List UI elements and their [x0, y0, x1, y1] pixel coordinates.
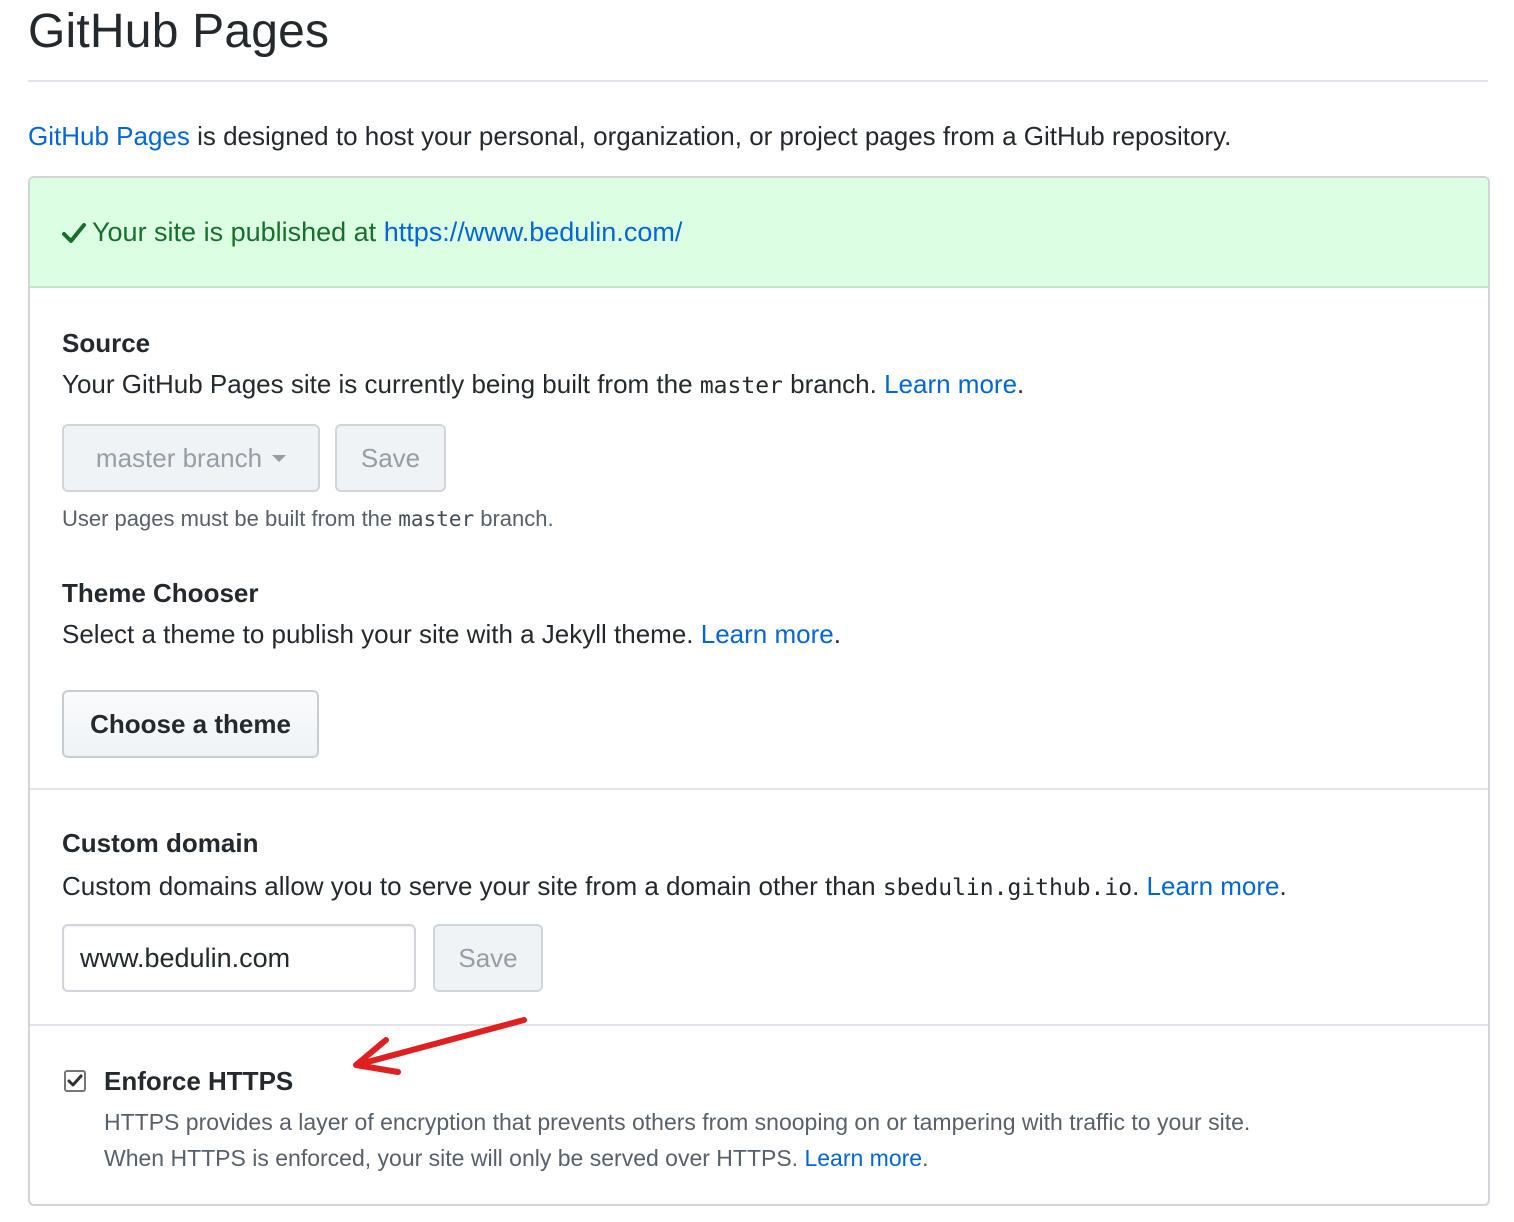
source-section: Source Your GitHub Pages site is current…: [30, 288, 1488, 790]
red-annotation-arrow: [353, 1017, 527, 1075]
theme-chooser-heading: Theme Chooser: [62, 578, 259, 608]
https-description-line2: When HTTPS is enforced, your site will o…: [104, 1145, 929, 1171]
default-domain-code: sbedulin.github.io: [882, 875, 1133, 901]
source-save-button[interactable]: Save: [335, 424, 446, 492]
https-learn-more-link[interactable]: Learn more: [804, 1145, 922, 1171]
enforce-https-label[interactable]: Enforce HTTPS: [104, 1064, 293, 1098]
title-divider: [28, 80, 1488, 82]
published-label: Your site is published at: [92, 217, 384, 247]
github-pages-settings-box: Your site is published at https://www.be…: [28, 176, 1490, 1206]
source-branch-code: master: [699, 373, 783, 399]
published-banner: Your site is published at https://www.be…: [30, 178, 1488, 288]
custom-domain-heading: Custom domain: [62, 828, 259, 858]
note-branch-code: master: [398, 507, 475, 531]
custom-domain-save-button[interactable]: Save: [433, 924, 543, 992]
caret-down-icon: [272, 454, 287, 462]
custom-domain-description: Custom domains allow you to serve your s…: [62, 871, 1287, 901]
custom-domain-learn-more-link[interactable]: Learn more: [1147, 871, 1280, 901]
enforce-https-checkbox[interactable]: [64, 1070, 86, 1092]
enforce-https-section: Enforce HTTPS HTTPS provides a layer of …: [30, 1026, 1488, 1204]
published-site-link[interactable]: https://www.bedulin.com/: [384, 217, 683, 247]
intro-text: GitHub Pages is designed to host your pe…: [28, 118, 1231, 154]
theme-description: Select a theme to publish your site with…: [62, 619, 841, 649]
choose-theme-button[interactable]: Choose a theme: [62, 690, 319, 758]
page-title: GitHub Pages: [28, 5, 330, 58]
https-description-line1: HTTPS provides a layer of encryption tha…: [104, 1109, 1251, 1135]
source-heading: Source: [62, 328, 151, 358]
source-description: Your GitHub Pages site is currently bein…: [62, 369, 1025, 399]
source-note: User pages must be built from the master…: [62, 506, 554, 531]
source-branch-select[interactable]: master branch: [62, 424, 320, 492]
checkmark-icon: [67, 1074, 83, 1087]
theme-learn-more-link[interactable]: Learn more: [701, 619, 834, 649]
custom-domain-input[interactable]: [62, 924, 416, 992]
published-message: Your site is published at https://www.be…: [62, 214, 682, 253]
custom-domain-section: Custom domain Custom domains allow you t…: [30, 790, 1488, 1026]
intro-description: is designed to host your personal, organ…: [189, 121, 1232, 151]
github-pages-link[interactable]: GitHub Pages: [28, 121, 190, 151]
check-icon: [62, 217, 86, 253]
source-learn-more-link[interactable]: Learn more: [884, 369, 1017, 399]
